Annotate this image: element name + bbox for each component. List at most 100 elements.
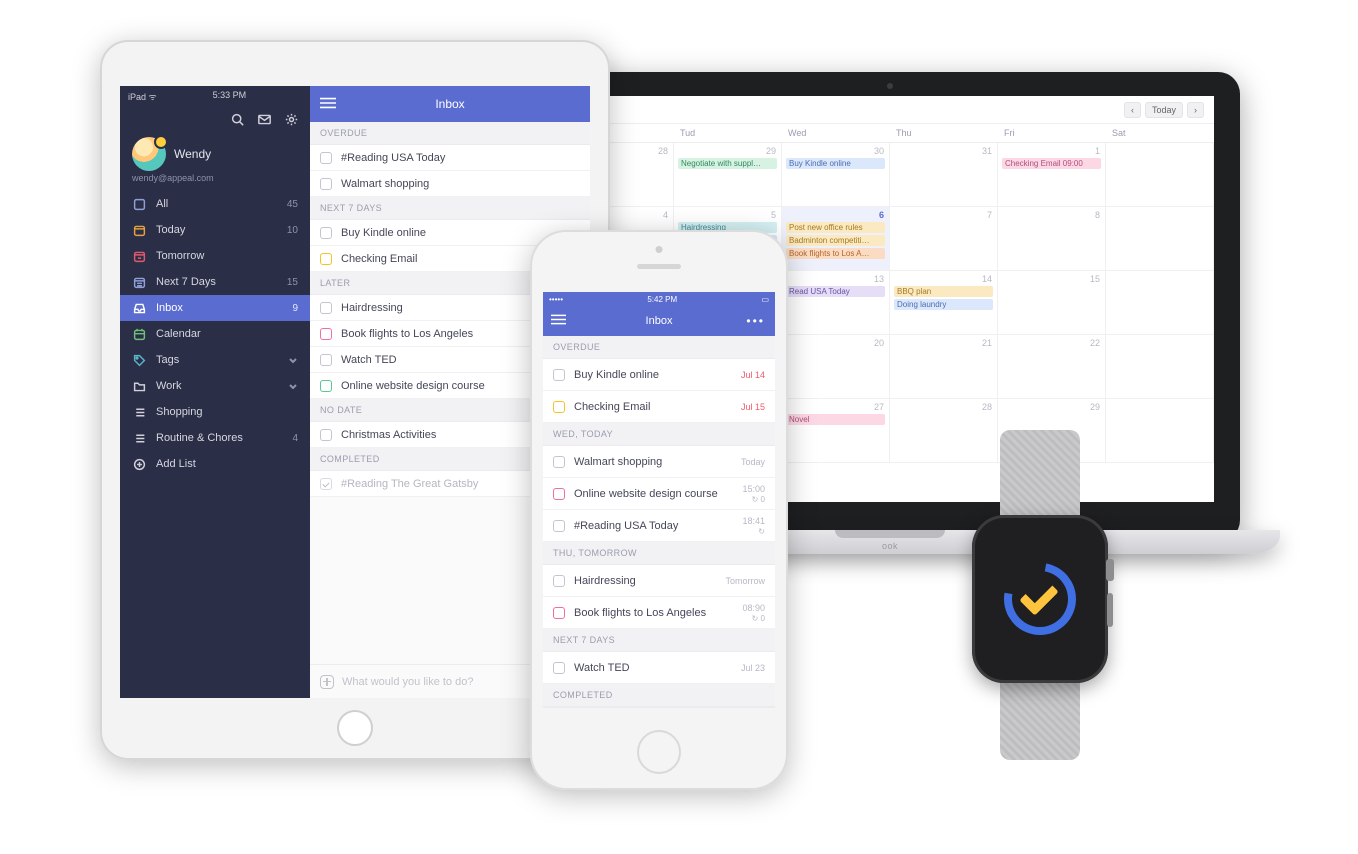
sidebar-item-today[interactable]: Today 10 xyxy=(120,217,310,243)
checkbox[interactable] xyxy=(553,575,565,587)
day-number: 20 xyxy=(874,338,884,348)
mail-icon[interactable] xyxy=(258,113,271,129)
sidebar-item-tomorrow[interactable]: Tomorrow xyxy=(120,243,310,269)
calendar-day[interactable]: 7 xyxy=(890,207,998,271)
day-number: 15 xyxy=(1090,274,1100,284)
task-row[interactable]: Checking Email Jul 15 xyxy=(543,391,775,423)
day-number: 6 xyxy=(879,210,884,220)
sidebar-item-tags[interactable]: Tags xyxy=(120,347,310,373)
sidebar-item-calendar[interactable]: Calendar xyxy=(120,321,310,347)
checkbox[interactable] xyxy=(320,152,332,164)
checkbox[interactable] xyxy=(320,302,332,314)
sidebar-item-count: 4 xyxy=(292,433,298,444)
sidebar-item-label: Inbox xyxy=(156,302,183,314)
task-label: Watch TED xyxy=(341,354,397,366)
sidebar-top-icons xyxy=(120,107,310,131)
day-number: 28 xyxy=(658,146,668,156)
sidebar-item-shopping[interactable]: Shopping xyxy=(120,399,310,425)
sidebar-profile[interactable]: Wendy xyxy=(120,131,310,173)
calendar-day[interactable]: 14 BBQ plan Doing laundry xyxy=(890,271,998,335)
calendar-day[interactable]: 1Checking Email 09:00 xyxy=(998,143,1106,207)
calendar-day[interactable] xyxy=(1106,143,1214,207)
checkbox[interactable] xyxy=(553,607,565,619)
calendar-day[interactable]: 15 xyxy=(998,271,1106,335)
settings-icon[interactable] xyxy=(285,113,298,129)
sidebar-item-add-list[interactable]: Add List xyxy=(120,451,310,477)
calendar-day[interactable]: 6 Post new office rules Badminton competit… xyxy=(782,207,890,271)
macbook-logo: ook xyxy=(882,541,898,551)
calendar-today-button[interactable]: Today xyxy=(1145,102,1183,118)
calendar-event[interactable]: Post new office rules xyxy=(786,222,885,233)
task-row[interactable]: Online website design course 15:00↻ 0 xyxy=(543,478,775,510)
calendar-day[interactable]: 29Negotiate with suppl… xyxy=(674,143,782,207)
menu-icon[interactable] xyxy=(551,314,566,329)
calendar-event[interactable]: Negotiate with suppl… xyxy=(678,158,777,169)
watch-side-button[interactable] xyxy=(1107,593,1113,627)
calendar-day[interactable] xyxy=(1106,271,1214,335)
iphone-home-button[interactable] xyxy=(637,730,681,774)
task-row[interactable]: #Reading USA Today xyxy=(310,145,590,171)
calendar-day[interactable]: 20 xyxy=(782,335,890,399)
task-row[interactable]: Walmart shopping Today xyxy=(543,446,775,478)
iphone-add-task[interactable]: What would you like to do? xyxy=(543,707,775,708)
calendar-event[interactable]: Book flights to Los A… xyxy=(786,248,885,259)
ipad-home-button[interactable] xyxy=(337,710,373,746)
calendar-event[interactable]: Read USA Today xyxy=(786,286,885,297)
calendar-day[interactable]: 22 xyxy=(998,335,1106,399)
checkbox[interactable] xyxy=(320,253,332,265)
checkbox[interactable] xyxy=(320,354,332,366)
task-row[interactable]: Book flights to Los Angeles 08:90↻ 0 xyxy=(543,597,775,629)
calendar-event[interactable]: Doing laundry xyxy=(894,299,993,310)
checkbox[interactable] xyxy=(553,662,565,674)
calendar-event[interactable]: Novel xyxy=(786,414,885,425)
sidebar-item-label: Routine & Chores xyxy=(156,432,243,444)
calendar-day[interactable] xyxy=(1106,207,1214,271)
day-number: 14 xyxy=(982,274,992,284)
checkbox[interactable] xyxy=(320,380,332,392)
checkbox[interactable] xyxy=(320,478,332,490)
sidebar-item-inbox[interactable]: Inbox 9 xyxy=(120,295,310,321)
calendar-prev-button[interactable]: ‹ xyxy=(1124,102,1141,118)
sidebar-item-routine-chores[interactable]: Routine & Chores 4 xyxy=(120,425,310,451)
checkbox[interactable] xyxy=(553,369,565,381)
task-label: Online website design course xyxy=(574,488,718,500)
calendar-day[interactable]: 30Buy Kindle online xyxy=(782,143,890,207)
task-row[interactable]: Watch TED Jul 23 xyxy=(543,652,775,684)
calendar-day[interactable]: 31 xyxy=(890,143,998,207)
checkbox[interactable] xyxy=(320,227,332,239)
sidebar-item-next-7-days[interactable]: Next 7 Days 15 xyxy=(120,269,310,295)
sidebar-item-all[interactable]: All 45 xyxy=(120,191,310,217)
sidebar-item-work[interactable]: Work xyxy=(120,373,310,399)
calendar-event[interactable]: Buy Kindle online xyxy=(786,158,885,169)
watch-crown[interactable] xyxy=(1106,559,1114,581)
more-icon[interactable]: ••• xyxy=(746,314,765,328)
sidebar-item-label: Calendar xyxy=(156,328,201,340)
task-label: Walmart shopping xyxy=(341,178,429,190)
checkbox[interactable] xyxy=(320,429,332,441)
calendar-day[interactable]: 13Read USA Today xyxy=(782,271,890,335)
task-label: Buy Kindle online xyxy=(574,369,659,381)
checkbox[interactable] xyxy=(320,178,332,190)
calendar-event[interactable]: BBQ plan xyxy=(894,286,993,297)
checkbox[interactable] xyxy=(553,401,565,413)
checkbox[interactable] xyxy=(553,488,565,500)
calendar-day[interactable]: 21 xyxy=(890,335,998,399)
calendar-next-button[interactable]: › xyxy=(1187,102,1204,118)
calendar-day[interactable] xyxy=(1106,335,1214,399)
iphone-task-list[interactable]: OVERDUE Buy Kindle online Jul 14 Checkin… xyxy=(543,336,775,707)
task-row[interactable]: Buy Kindle online Jul 14 xyxy=(543,359,775,391)
task-row[interactable]: #Reading USA Today 18:41↻ xyxy=(543,510,775,542)
calendar-event[interactable]: Badminton competiti… xyxy=(786,235,885,246)
tomorrow-icon xyxy=(132,249,146,263)
calendar-day[interactable]: 8 xyxy=(998,207,1106,271)
search-icon[interactable] xyxy=(231,113,244,129)
checkbox[interactable] xyxy=(553,520,565,532)
checkbox[interactable] xyxy=(320,328,332,340)
calendar-event[interactable]: Checking Email 09:00 xyxy=(1002,158,1101,169)
checkbox[interactable] xyxy=(553,456,565,468)
calendar-day[interactable]: 27Novel xyxy=(782,399,890,463)
menu-icon[interactable] xyxy=(320,97,336,112)
task-row[interactable]: Walmart shopping xyxy=(310,171,590,197)
task-label: Checking Email xyxy=(574,401,650,413)
task-row[interactable]: Hairdressing Tomorrow xyxy=(543,565,775,597)
